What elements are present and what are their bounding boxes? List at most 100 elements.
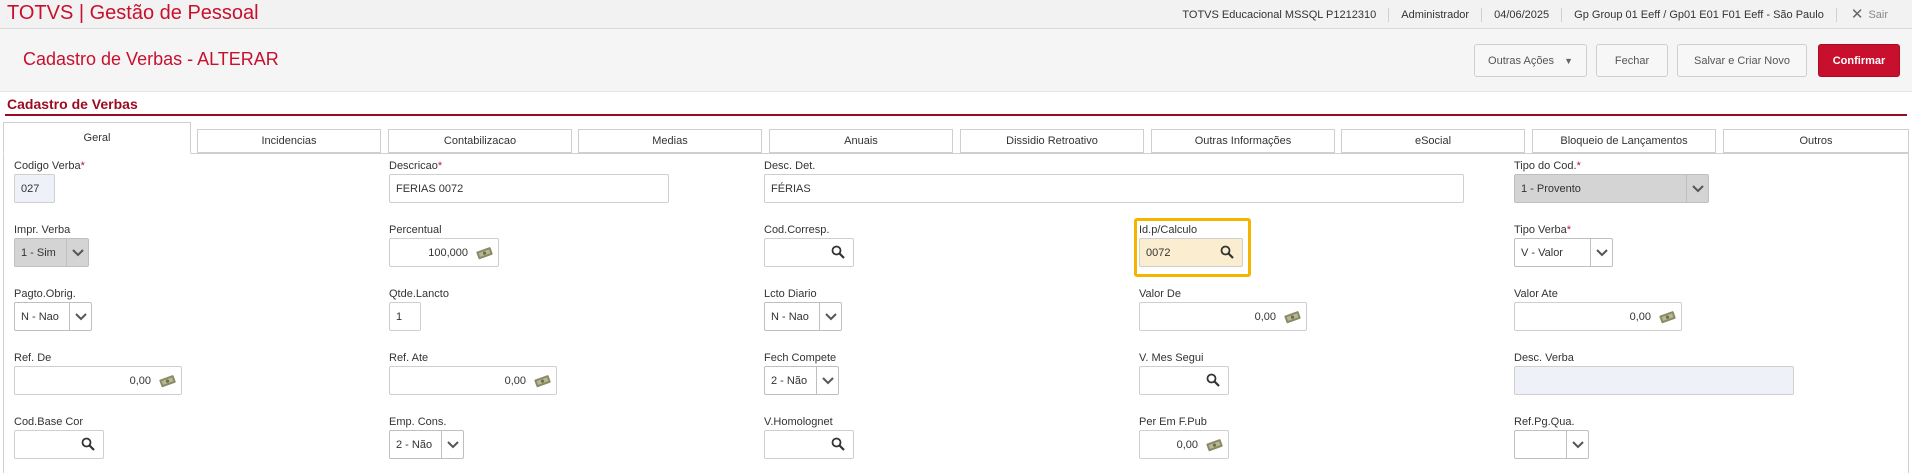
tipo-cod-select[interactable]: 1 - Provento bbox=[1514, 174, 1709, 203]
exit-button[interactable]: ✕ Sair bbox=[1835, 7, 1900, 22]
lcto-diario-select[interactable]: N - Nao bbox=[764, 302, 842, 331]
desc-det-label: Desc. Det. bbox=[764, 160, 816, 172]
tab-dissidio-retroativo[interactable]: Dissidio Retroativo bbox=[960, 129, 1144, 153]
percentual-input[interactable]: 100,000 bbox=[389, 238, 499, 267]
field-cod-corresp: Cod.Corresp. bbox=[764, 224, 829, 238]
v-mes-segui-input[interactable] bbox=[1139, 366, 1229, 395]
close-button[interactable]: Fechar bbox=[1596, 44, 1668, 77]
tab-bloqueio-de-lancamentos[interactable]: Bloqueio de Lançamentos bbox=[1532, 129, 1716, 153]
section-title: Cadastro de Verbas bbox=[7, 96, 138, 112]
valor-de-value: 0,00 bbox=[1254, 310, 1276, 323]
money-icon[interactable] bbox=[159, 373, 176, 389]
per-em-f-pub-value: 0,00 bbox=[1176, 438, 1198, 451]
required-marker: * bbox=[1576, 160, 1581, 172]
tab-geral[interactable]: Geral bbox=[3, 122, 191, 154]
tipo-cod-label: Tipo do Cod. bbox=[1514, 160, 1577, 172]
confirm-button[interactable]: Confirmar bbox=[1818, 44, 1900, 77]
percentual-label: Percentual bbox=[389, 224, 442, 236]
chevron-down-icon bbox=[1566, 431, 1588, 458]
ref-de-value: 0,00 bbox=[129, 374, 151, 387]
chevron-down-icon bbox=[69, 303, 91, 330]
desc-verba-input[interactable] bbox=[1514, 366, 1794, 395]
money-icon[interactable] bbox=[1659, 309, 1676, 325]
v-homolognet-label: V.Homolognet bbox=[764, 416, 833, 428]
tab-contabilizacao[interactable]: Contabilizacao bbox=[388, 129, 572, 153]
chevron-down-icon bbox=[1686, 175, 1708, 202]
required-marker: * bbox=[437, 160, 443, 172]
tab-anuais[interactable]: Anuais bbox=[769, 129, 953, 153]
chevron-down-icon bbox=[66, 239, 88, 266]
top-info: TOTVS Educacional MSSQL P1212310 Adminis… bbox=[1170, 0, 1900, 29]
pagto-obrig-select[interactable]: N - Nao bbox=[14, 302, 92, 331]
search-icon[interactable] bbox=[81, 437, 97, 453]
desc-verba-label: Desc. Verba bbox=[1514, 352, 1574, 364]
field-desc-det: Desc. Det. bbox=[764, 160, 815, 174]
chevron-down-icon bbox=[1590, 239, 1612, 266]
field-ref-pg-qua: Ref.Pg.Qua. bbox=[1514, 416, 1575, 430]
field-v-mes-segui: V. Mes Segui bbox=[1139, 352, 1203, 366]
id-calculo-value: 0072 bbox=[1146, 246, 1171, 259]
impr-verba-select[interactable]: 1 - Sim bbox=[14, 238, 89, 267]
emp-cons-label: Emp. Cons. bbox=[389, 416, 447, 428]
field-descricao: Descricao* bbox=[389, 160, 442, 174]
chevron-down-icon bbox=[816, 367, 838, 394]
valor-de-input[interactable]: 0,00 bbox=[1139, 302, 1307, 331]
money-icon[interactable] bbox=[534, 373, 551, 389]
ref-ate-input[interactable]: 0,00 bbox=[389, 366, 557, 395]
search-icon[interactable] bbox=[1206, 373, 1222, 389]
field-per-em-f-pub: Per Em F.Pub bbox=[1139, 416, 1207, 430]
tab-esocial[interactable]: eSocial bbox=[1341, 129, 1525, 153]
v-homolognet-input[interactable] bbox=[764, 430, 854, 459]
money-icon[interactable] bbox=[1206, 437, 1223, 453]
per-em-f-pub-label: Per Em F.Pub bbox=[1139, 416, 1207, 428]
cod-corresp-input[interactable] bbox=[764, 238, 854, 267]
other-actions-button[interactable]: Outras Ações ▼ bbox=[1474, 44, 1587, 77]
qtde-lancto-input[interactable]: 1 bbox=[389, 302, 421, 331]
valor-ate-input[interactable]: 0,00 bbox=[1514, 302, 1682, 331]
descricao-input[interactable]: FERIAS 0072 bbox=[389, 174, 669, 203]
field-lcto-diario: Lcto Diario bbox=[764, 288, 817, 302]
cod-base-cor-input[interactable] bbox=[14, 430, 104, 459]
field-qtde-lancto: Qtde.Lancto bbox=[389, 288, 449, 302]
money-icon[interactable] bbox=[1284, 309, 1301, 325]
tab-medias[interactable]: Medias bbox=[578, 129, 762, 153]
field-id-calculo: Id.p/Calculo bbox=[1139, 224, 1197, 238]
top-bar: TOTVS | Gestão de Pessoal TOTVS Educacio… bbox=[0, 0, 1912, 29]
field-tipo-cod: Tipo do Cod.* bbox=[1514, 160, 1581, 174]
money-icon[interactable] bbox=[476, 245, 493, 261]
v-mes-segui-label: V. Mes Segui bbox=[1139, 352, 1204, 364]
lcto-diario-label: Lcto Diario bbox=[764, 288, 817, 300]
app-title: TOTVS | Gestão de Pessoal bbox=[7, 2, 259, 24]
required-marker: * bbox=[1566, 224, 1572, 236]
tab-outros[interactable]: Outros bbox=[1723, 129, 1909, 153]
save-and-new-button[interactable]: Salvar e Criar Novo bbox=[1677, 44, 1807, 77]
field-fech-compete: Fech Compete bbox=[764, 352, 836, 366]
tipo-verba-value: V - Valor bbox=[1521, 246, 1563, 259]
valor-ate-value: 0,00 bbox=[1629, 310, 1651, 323]
tab-bar: Geral Incidencias Contabilizacao Medias … bbox=[0, 122, 1912, 154]
codigo-verba-input[interactable]: 027 bbox=[14, 174, 55, 203]
tab-incidencias[interactable]: Incidencias bbox=[197, 129, 381, 153]
id-calculo-input[interactable]: 0072 bbox=[1139, 238, 1243, 267]
ref-ate-label: Ref. Ate bbox=[389, 352, 429, 364]
date-label: 04/06/2025 bbox=[1481, 7, 1561, 22]
tipo-verba-select[interactable]: V - Valor bbox=[1514, 238, 1613, 267]
page-title: Cadastro de Verbas - ALTERAR bbox=[23, 49, 279, 69]
ref-de-input[interactable]: 0,00 bbox=[14, 366, 182, 395]
search-icon[interactable] bbox=[831, 245, 847, 261]
tipo-verba-label: Tipo Verba bbox=[1514, 224, 1567, 236]
fech-compete-label: Fech Compete bbox=[764, 352, 837, 364]
desc-det-input[interactable]: FÉRIAS bbox=[764, 174, 1464, 203]
fech-compete-select[interactable]: 2 - Não bbox=[764, 366, 839, 395]
tab-outras-informacoes[interactable]: Outras Informações bbox=[1151, 129, 1335, 153]
per-em-f-pub-input[interactable]: 0,00 bbox=[1139, 430, 1229, 459]
search-icon[interactable] bbox=[831, 437, 847, 453]
branch-label[interactable]: Gp Group 01 Eeff / Gp01 E01 F01 Eeff - S… bbox=[1561, 7, 1836, 22]
field-v-homolognet: V.Homolognet bbox=[764, 416, 833, 430]
emp-cons-select[interactable]: 2 - Não bbox=[389, 430, 464, 459]
impr-verba-label: Impr. Verba bbox=[14, 224, 71, 236]
required-marker: * bbox=[80, 160, 85, 172]
field-emp-cons: Emp. Cons. bbox=[389, 416, 446, 430]
ref-pg-qua-select[interactable] bbox=[1514, 430, 1589, 459]
search-icon[interactable] bbox=[1220, 245, 1236, 261]
